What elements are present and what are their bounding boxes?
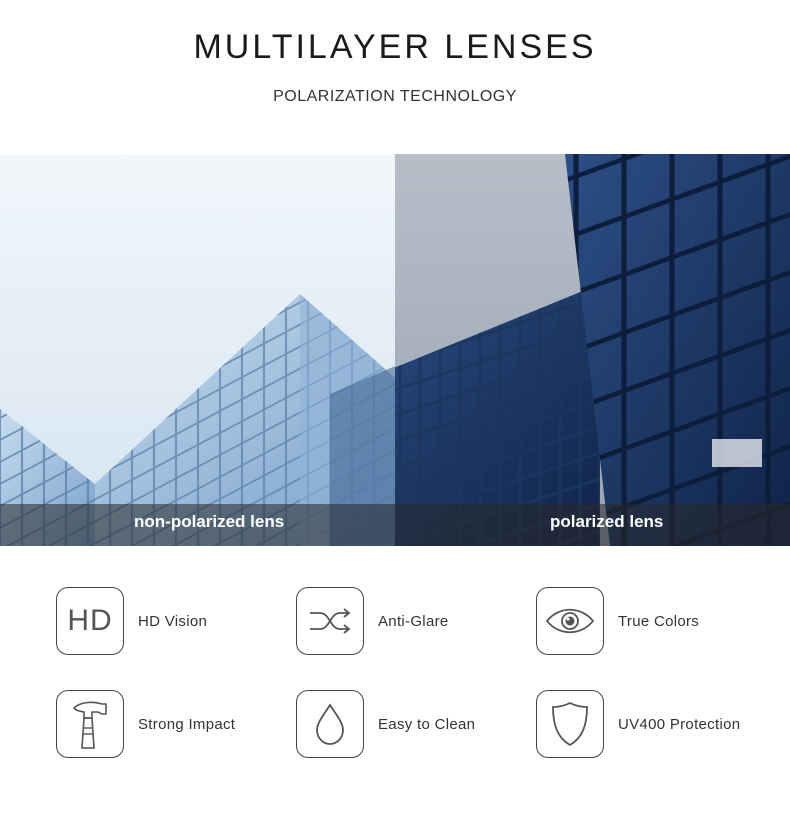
shuffle-arrows-icon [296,587,364,655]
hd-icon: HD [56,587,124,655]
hd-icon-text: HD [67,604,113,637]
feature-true-colors: True Colors [536,587,699,655]
water-drop-icon [296,690,364,758]
feature-label: True Colors [618,612,700,630]
polarized-label: polarized lens [550,512,664,531]
feature-uv400-protection: UV400 Protection [536,690,740,758]
feature-hd-vision: HD HD Vision [56,587,207,655]
feature-easy-to-clean: Easy to Clean [296,690,475,758]
feature-label: HD Vision [138,612,208,630]
non-polarized-label: non-polarized lens [134,512,285,531]
feature-label: Easy to Clean [378,715,476,733]
feature-label: Anti-Glare [378,612,449,630]
eye-icon [536,587,604,655]
shield-icon [536,690,604,758]
feature-anti-glare: Anti-Glare [296,587,449,655]
hammer-icon [56,690,124,758]
page-subtitle: POLARIZATION TECHNOLOGY [273,88,517,105]
feature-label: Strong Impact [138,715,236,733]
page-title: MULTILAYER LENSES [193,28,597,66]
feature-label: UV400 Protection [618,715,741,733]
feature-strong-impact: Strong Impact [56,690,235,758]
comparison-label-bar [0,504,790,546]
lens-comparison-photo [0,154,790,546]
